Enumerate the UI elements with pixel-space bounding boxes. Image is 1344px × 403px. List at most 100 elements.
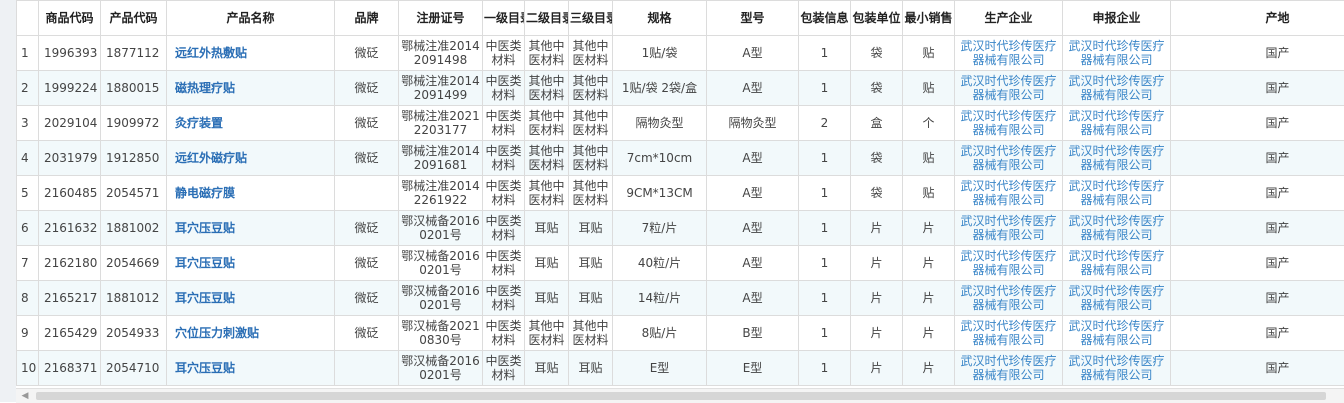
- cell-row-number: 3: [17, 106, 39, 141]
- cell-package-unit: 袋: [851, 36, 903, 71]
- cell-product-name[interactable]: 耳穴压豆贴: [167, 281, 335, 316]
- cell-package-info: 1: [799, 36, 851, 71]
- column-header-row-number[interactable]: [17, 1, 39, 36]
- cell-catalog-level-2: 其他中医材料: [525, 316, 569, 351]
- cell-specification: 40粒/片: [613, 246, 707, 281]
- cell-brand: 微砭: [335, 316, 399, 351]
- column-header-registration-no[interactable]: 注册证号: [399, 1, 483, 36]
- cell-applicant: 武汉时代珍传医疗器械有限公司: [1063, 246, 1171, 281]
- cell-product-code: 2165429: [39, 316, 101, 351]
- column-header-package-info[interactable]: 包装信息: [799, 1, 851, 36]
- cell-product-name[interactable]: 静电磁疗膜: [167, 176, 335, 211]
- cell-product-name[interactable]: 灸疗装置: [167, 106, 335, 141]
- column-header-specification[interactable]: 规格: [613, 1, 707, 36]
- cell-registration-no: 鄂汉械备20160201号: [399, 211, 483, 246]
- cell-package-info: 1: [799, 351, 851, 386]
- column-header-catalog-level-3[interactable]: 三级目录: [569, 1, 613, 36]
- table-row[interactable]: 721621802054669耳穴压豆贴微砭鄂汉械备20160201号中医类材料…: [17, 246, 1344, 281]
- table-row[interactable]: 119963931877112远红外热敷贴微砭鄂械注准20142091498中医…: [17, 36, 1344, 71]
- cell-brand: 微砭: [335, 141, 399, 176]
- table-header: 商品代码产品代码产品名称品牌注册证号一级目录二级目录三级目录规格型号包装信息包装…: [17, 1, 1344, 36]
- cell-catalog-level-1: 中医类材料: [483, 351, 525, 386]
- cell-product-code: 2168371: [39, 351, 101, 386]
- cell-model: A型: [707, 211, 799, 246]
- cell-item-code: 1881012: [101, 281, 167, 316]
- cell-item-code: 2054571: [101, 176, 167, 211]
- cell-catalog-level-1: 中医类材料: [483, 141, 525, 176]
- cell-package-unit: 片: [851, 316, 903, 351]
- cell-manufacturer: 武汉时代珍传医疗器械有限公司: [955, 71, 1063, 106]
- cell-row-number: 7: [17, 246, 39, 281]
- cell-catalog-level-3: 其他中医材料: [569, 176, 613, 211]
- column-header-manufacturer[interactable]: 生产企业: [955, 1, 1063, 36]
- cell-catalog-level-1: 中医类材料: [483, 36, 525, 71]
- cell-origin: 国产: [1171, 281, 1344, 316]
- column-header-origin[interactable]: 产地: [1171, 1, 1344, 36]
- cell-catalog-level-3: 耳贴: [569, 281, 613, 316]
- scrollbar-thumb[interactable]: [36, 392, 1326, 400]
- column-header-package-unit[interactable]: 包装单位: [851, 1, 903, 36]
- column-header-item-code[interactable]: 产品代码: [101, 1, 167, 36]
- cell-product-name[interactable]: 耳穴压豆贴: [167, 351, 335, 386]
- cell-catalog-level-1: 中医类材料: [483, 281, 525, 316]
- cell-package-unit: 片: [851, 351, 903, 386]
- cell-product-name[interactable]: 耳穴压豆贴: [167, 246, 335, 281]
- cell-product-name[interactable]: 远红外磁疗贴: [167, 141, 335, 176]
- cell-brand: 微砭: [335, 281, 399, 316]
- cell-item-code: 2054933: [101, 316, 167, 351]
- cell-catalog-level-1: 中医类材料: [483, 106, 525, 141]
- column-header-brand[interactable]: 品牌: [335, 1, 399, 36]
- column-header-product-name[interactable]: 产品名称: [167, 1, 335, 36]
- cell-item-code: 2054669: [101, 246, 167, 281]
- cell-item-code: 1880015: [101, 71, 167, 106]
- cell-catalog-level-2: 其他中医材料: [525, 141, 569, 176]
- cell-applicant: 武汉时代珍传医疗器械有限公司: [1063, 211, 1171, 246]
- cell-product-name[interactable]: 穴位压力刺激贴: [167, 316, 335, 351]
- cell-specification: 隔物灸型: [613, 106, 707, 141]
- cell-package-info: 1: [799, 316, 851, 351]
- cell-catalog-level-1: 中医类材料: [483, 176, 525, 211]
- cell-product-name[interactable]: 远红外热敷贴: [167, 36, 335, 71]
- cell-manufacturer: 武汉时代珍传医疗器械有限公司: [955, 141, 1063, 176]
- cell-specification: 1贴/袋: [613, 36, 707, 71]
- cell-product-name[interactable]: 磁热理疗贴: [167, 71, 335, 106]
- cell-product-code: 2161632: [39, 211, 101, 246]
- cell-model: A型: [707, 36, 799, 71]
- table-row[interactable]: 621616321881002耳穴压豆贴微砭鄂汉械备20160201号中医类材料…: [17, 211, 1344, 246]
- column-header-model[interactable]: 型号: [707, 1, 799, 36]
- cell-model: B型: [707, 316, 799, 351]
- cell-applicant: 武汉时代珍传医疗器械有限公司: [1063, 281, 1171, 316]
- column-header-catalog-level-2[interactable]: 二级目录: [525, 1, 569, 36]
- grid-panel: 商品代码产品代码产品名称品牌注册证号一级目录二级目录三级目录规格型号包装信息包装…: [16, 0, 1344, 402]
- cell-specification: 7cm*10cm: [613, 141, 707, 176]
- cell-package-unit: 片: [851, 246, 903, 281]
- column-header-catalog-level-1[interactable]: 一级目录: [483, 1, 525, 36]
- cell-brand: 微砭: [335, 36, 399, 71]
- horizontal-scrollbar[interactable]: ◀: [16, 388, 1344, 403]
- cell-product-name[interactable]: 耳穴压豆贴: [167, 211, 335, 246]
- cell-manufacturer: 武汉时代珍传医疗器械有限公司: [955, 316, 1063, 351]
- cell-registration-no: 鄂汉械备20210830号: [399, 316, 483, 351]
- cell-brand: 微砭: [335, 106, 399, 141]
- column-header-applicant[interactable]: 申报企业: [1063, 1, 1171, 36]
- table-row[interactable]: 921654292054933穴位压力刺激贴微砭鄂汉械备20210830号中医类…: [17, 316, 1344, 351]
- cell-registration-no: 鄂械注准20142091499: [399, 71, 483, 106]
- table-row[interactable]: 320291041909972灸疗装置微砭鄂械注准20212203177中医类材…: [17, 106, 1344, 141]
- column-header-product-code[interactable]: 商品代码: [39, 1, 101, 36]
- cell-catalog-level-2: 耳贴: [525, 246, 569, 281]
- cell-manufacturer: 武汉时代珍传医疗器械有限公司: [955, 281, 1063, 316]
- table-row[interactable]: 219992241880015磁热理疗贴微砭鄂械注准20142091499中医类…: [17, 71, 1344, 106]
- cell-item-code: 1912850: [101, 141, 167, 176]
- column-header-min-sale-unit[interactable]: 最小销售: [903, 1, 955, 36]
- cell-catalog-level-3: 其他中医材料: [569, 106, 613, 141]
- scroll-left-arrow-icon[interactable]: ◀: [19, 389, 31, 403]
- table-row[interactable]: 821652171881012耳穴压豆贴微砭鄂汉械备20160201号中医类材料…: [17, 281, 1344, 316]
- cell-origin: 国产: [1171, 176, 1344, 211]
- cell-applicant: 武汉时代珍传医疗器械有限公司: [1063, 71, 1171, 106]
- table-row[interactable]: 420319791912850远红外磁疗贴微砭鄂械注准20142091681中医…: [17, 141, 1344, 176]
- cell-product-code: 1996393: [39, 36, 101, 71]
- table-row[interactable]: 521604852054571静电磁疗膜鄂械注准20142261922中医类材料…: [17, 176, 1344, 211]
- cell-origin: 国产: [1171, 211, 1344, 246]
- table-row[interactable]: 1021683712054710耳穴压豆贴鄂汉械备20160201号中医类材料耳…: [17, 351, 1344, 386]
- cell-row-number: 8: [17, 281, 39, 316]
